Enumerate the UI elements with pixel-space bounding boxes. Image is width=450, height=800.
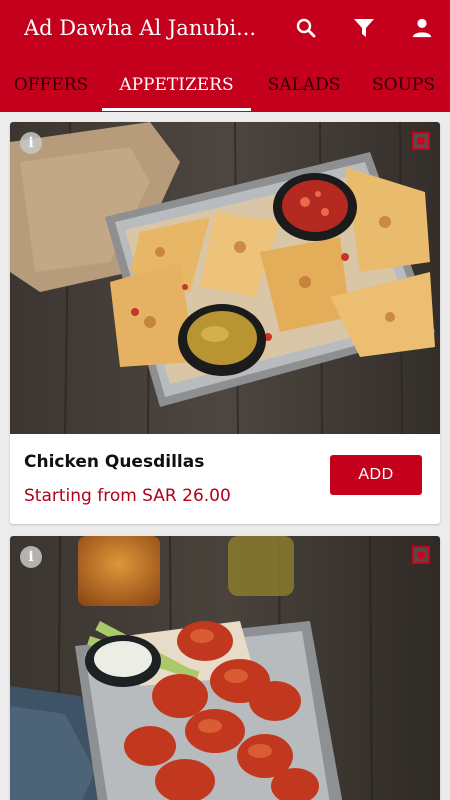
account-button[interactable] <box>407 13 437 43</box>
account-icon <box>412 18 432 38</box>
filter-icon <box>354 19 374 37</box>
non-veg-indicator-icon <box>412 132 430 150</box>
search-icon <box>296 18 316 38</box>
info-icon[interactable]: i <box>20 546 42 568</box>
item-photo: i <box>10 536 440 800</box>
search-button[interactable] <box>291 13 321 43</box>
app-bar: Ad Dawha Al Janubi... OFFERS APPETIZERS … <box>0 0 450 112</box>
tab-salads[interactable]: SALADS <box>251 58 357 112</box>
add-button[interactable]: ADD <box>330 455 422 495</box>
item-price: Starting from SAR 26.00 <box>24 486 231 506</box>
menu-item-card[interactable]: i Chicken Quesdillas Starting from SAR 2… <box>10 122 440 524</box>
active-tab-indicator <box>102 108 251 111</box>
menu-list[interactable]: i Chicken Quesdillas Starting from SAR 2… <box>0 112 450 800</box>
non-veg-indicator-icon <box>412 546 430 564</box>
toolbar: Ad Dawha Al Janubi... <box>0 0 450 58</box>
item-photo: i <box>10 122 440 434</box>
restaurant-title: Ad Dawha Al Janubi... <box>24 16 257 40</box>
menu-item-card[interactable]: i <box>10 536 440 800</box>
tab-offers[interactable]: OFFERS <box>0 58 102 112</box>
category-tabs: OFFERS APPETIZERS SALADS SOUPS <box>0 58 450 112</box>
tab-appetizers[interactable]: APPETIZERS <box>102 58 251 112</box>
info-icon[interactable]: i <box>20 132 42 154</box>
tab-soups[interactable]: SOUPS <box>357 58 450 112</box>
filter-button[interactable] <box>349 13 379 43</box>
item-name: Chicken Quesdillas <box>24 452 205 472</box>
